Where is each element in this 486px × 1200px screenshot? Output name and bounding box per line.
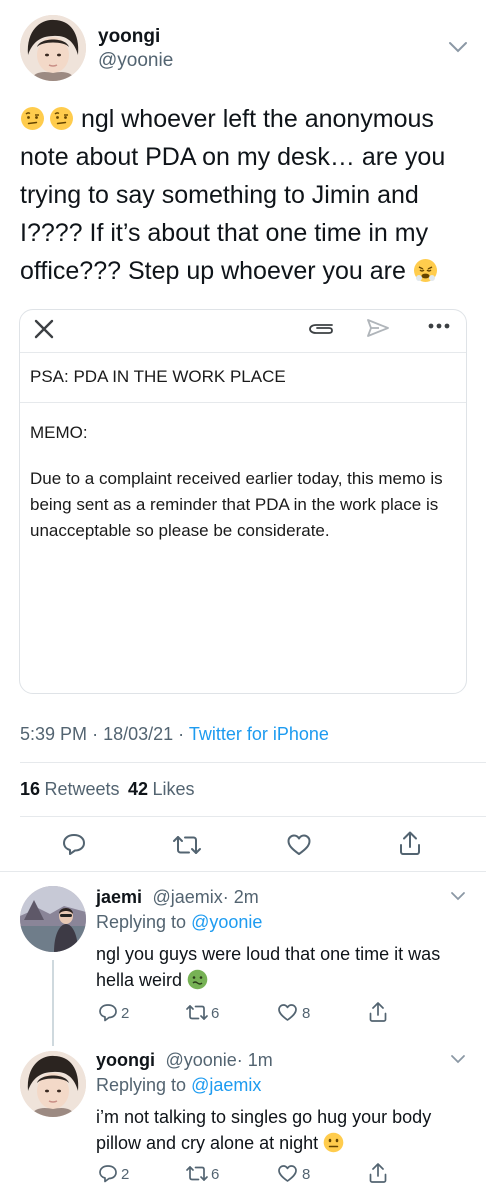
reply-header: yoongi @yoonie· 1m xyxy=(96,1050,273,1071)
author-handle[interactable]: @yoonie xyxy=(98,50,173,72)
replying-to: Replying to @jaemix xyxy=(96,1075,261,1096)
meta-separator: · xyxy=(178,724,185,744)
likes-label: Likes xyxy=(152,779,195,799)
send-icon xyxy=(366,318,390,338)
share-icon[interactable] xyxy=(368,1001,388,1023)
replying-to: Replying to @yoonie xyxy=(96,912,262,933)
retweets-count: 16 xyxy=(20,779,41,799)
memo-subject: PSA: PDA IN THE WORK PLACE xyxy=(30,367,286,386)
reply-author-name[interactable]: jaemi xyxy=(96,887,142,907)
face-with-raised-eyebrow-emoji xyxy=(20,104,45,130)
reply-text: ngl you guys were loud that one time it … xyxy=(96,941,466,993)
share-icon[interactable] xyxy=(398,830,422,856)
reply-avatar[interactable] xyxy=(20,886,86,952)
divider xyxy=(0,871,486,872)
tweet-body-text: ngl whoever left the anonymous note abou… xyxy=(20,105,446,285)
retweet-icon[interactable] xyxy=(185,1164,209,1183)
chevron-down-icon[interactable] xyxy=(450,890,466,902)
reply-text: i’m not talking to singles go hug your b… xyxy=(96,1104,466,1156)
tweet-client-link[interactable]: Twitter for iPhone xyxy=(189,724,329,744)
divider xyxy=(20,816,486,817)
retweet-count: 6 xyxy=(211,1166,220,1183)
share-icon[interactable] xyxy=(368,1162,388,1184)
chevron-down-icon[interactable] xyxy=(450,1053,466,1065)
retweets-stat[interactable]: 16 Retweets xyxy=(20,779,124,799)
author-avatar[interactable] xyxy=(20,15,86,81)
reply-header: jaemi @jaemix· 2m xyxy=(96,887,259,908)
retweets-label: Retweets xyxy=(44,779,120,799)
likes-stat[interactable]: 42 Likes xyxy=(127,779,195,799)
card-divider xyxy=(20,352,466,353)
reply-icon[interactable] xyxy=(98,1164,118,1183)
neutral-face-emoji xyxy=(323,1132,344,1153)
like-icon[interactable] xyxy=(277,1003,298,1022)
reply-avatar[interactable] xyxy=(20,1051,86,1117)
reply-icon[interactable] xyxy=(98,1003,118,1022)
tweet-timestamp: 5:39 PM · 18/03/21 · Twitter for iPhone xyxy=(20,724,329,745)
memo-heading: MEMO: xyxy=(30,423,88,442)
reply-body-text: ngl you guys were loud that one time it … xyxy=(96,944,441,990)
reply-time: · 2m xyxy=(222,887,259,907)
memo-attachment-card[interactable]: PSA: PDA IN THE WORK PLACE MEMO: Due to … xyxy=(19,309,467,694)
face-with-raised-eyebrow-emoji xyxy=(49,104,74,130)
replying-to-prefix: Replying to xyxy=(96,912,192,932)
reply-count: 2 xyxy=(121,1166,130,1183)
retweet-icon[interactable] xyxy=(185,1003,209,1022)
face-with-steam-from-nose-emoji xyxy=(413,256,438,282)
paperclip-icon xyxy=(307,319,335,337)
reply-time: · 1m xyxy=(236,1050,273,1070)
like-icon[interactable] xyxy=(286,833,312,857)
avatar-photo xyxy=(20,1051,86,1117)
replying-to-link[interactable]: @yoonie xyxy=(191,912,262,932)
like-count: 8 xyxy=(302,1005,311,1022)
like-icon[interactable] xyxy=(277,1164,298,1183)
reply-icon[interactable] xyxy=(61,832,87,856)
reply-author-handle[interactable]: @jaemix xyxy=(152,887,222,907)
memo-body: Due to a complaint received earlier toda… xyxy=(30,469,443,540)
retweet-icon[interactable] xyxy=(172,833,202,857)
thread-line xyxy=(52,960,54,1046)
like-count: 8 xyxy=(302,1166,311,1183)
chevron-down-icon[interactable] xyxy=(448,40,468,54)
author-name[interactable]: yoongi xyxy=(98,26,160,48)
nauseated-face-emoji xyxy=(187,969,208,990)
tweet-stats: 16 Retweets 42 Likes xyxy=(20,779,195,800)
meta-separator: · xyxy=(92,724,99,744)
retweet-count: 6 xyxy=(211,1005,220,1022)
tweet-text: ngl whoever left the anonymous note abou… xyxy=(20,100,472,290)
replying-to-link[interactable]: @jaemix xyxy=(191,1075,261,1095)
more-icon xyxy=(428,323,450,329)
reply-author-handle[interactable]: @yoonie xyxy=(165,1050,236,1070)
close-icon xyxy=(33,318,55,340)
reply-author-name[interactable]: yoongi xyxy=(96,1050,155,1070)
likes-count: 42 xyxy=(127,779,149,799)
reply-count: 2 xyxy=(121,1005,130,1022)
avatar-photo xyxy=(20,15,86,81)
replying-to-prefix: Replying to xyxy=(96,1075,192,1095)
divider xyxy=(20,762,486,763)
avatar-photo xyxy=(20,886,86,952)
tweet-date: 18/03/21 xyxy=(103,724,174,744)
reply-body-text: i’m not talking to singles go hug your b… xyxy=(96,1107,432,1153)
card-divider xyxy=(20,402,466,403)
tweet-time: 5:39 PM xyxy=(20,724,88,744)
